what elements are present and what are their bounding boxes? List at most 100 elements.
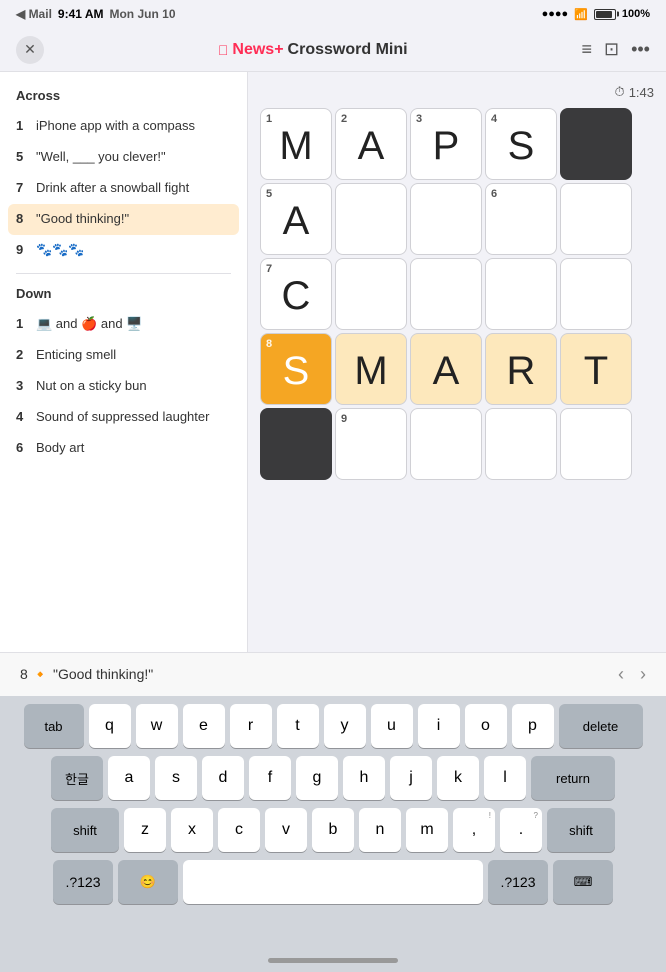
close-icon: ✕ xyxy=(24,41,36,58)
cell-r3c0[interactable]: 8 S xyxy=(260,333,332,405)
cell-r0c2[interactable]: 3 P xyxy=(410,108,482,180)
more-icon[interactable]: ••• xyxy=(631,39,650,60)
status-date: Mon Jun 10 xyxy=(109,7,175,21)
key-comma[interactable]: !, xyxy=(453,808,495,852)
crossword-grid: 1 M 2 A 3 P 4 S 5 A 6 xyxy=(260,108,632,480)
space-bar-key[interactable] xyxy=(183,860,483,904)
key-z[interactable]: z xyxy=(124,808,166,852)
delete-key[interactable]: delete xyxy=(559,704,643,748)
key-p[interactable]: p xyxy=(512,704,554,748)
apple-logo-icon:  xyxy=(218,42,229,58)
crossword-label: Crossword Mini xyxy=(288,41,408,59)
cell-r3c4[interactable]: T xyxy=(560,333,632,405)
clue-down-4[interactable]: 4 Sound of suppressed laughter xyxy=(0,402,247,433)
key-q[interactable]: q xyxy=(89,704,131,748)
key-j[interactable]: j xyxy=(390,756,432,800)
key-w[interactable]: w xyxy=(136,704,178,748)
cell-r3c1[interactable]: M xyxy=(335,333,407,405)
key-m[interactable]: m xyxy=(406,808,448,852)
key-b[interactable]: b xyxy=(312,808,354,852)
signal-icon: ●●●● xyxy=(542,8,569,20)
cell-r2c2[interactable] xyxy=(410,258,482,330)
timer-icon: ⏱ xyxy=(615,84,625,100)
key-s[interactable]: s xyxy=(155,756,197,800)
cell-r2c3[interactable] xyxy=(485,258,557,330)
key-g[interactable]: g xyxy=(296,756,338,800)
clue-down-6[interactable]: 6 Body art xyxy=(0,433,247,464)
cell-r4c1[interactable]: 9 xyxy=(335,408,407,480)
key-c[interactable]: c xyxy=(218,808,260,852)
grid-area: ⏱ 1:43 1 M 2 A 3 P 4 S 5 xyxy=(248,72,666,652)
timer-value: 1:43 xyxy=(629,85,654,100)
clue-hint-bar: 8 🔸 "Good thinking!" ‹ › xyxy=(0,652,666,696)
battery-indicator xyxy=(594,9,616,20)
key-o[interactable]: o xyxy=(465,704,507,748)
nav-title:  News+ Crossword Mini xyxy=(218,41,408,59)
keyboard-dismiss-key[interactable]: ⌨ xyxy=(553,860,613,904)
clue-across-1[interactable]: 1 iPhone app with a compass xyxy=(0,111,247,142)
news-plus-label: News+ xyxy=(232,41,283,59)
key-x[interactable]: x xyxy=(171,808,213,852)
screen-icon[interactable]: ⊡ xyxy=(604,39,619,60)
back-label[interactable]: ◀ Mail xyxy=(16,7,52,21)
cell-r0c1[interactable]: 2 A xyxy=(335,108,407,180)
number-toggle-left-key[interactable]: .?123 xyxy=(53,860,113,904)
cell-r1c3[interactable]: 6 xyxy=(485,183,557,255)
across-title: Across xyxy=(0,84,247,111)
key-l[interactable]: l xyxy=(484,756,526,800)
clue-across-8[interactable]: 8 "Good thinking!" xyxy=(8,204,239,235)
lang-key[interactable]: 한글 xyxy=(51,756,103,800)
right-shift-key[interactable]: shift xyxy=(547,808,615,852)
cell-r4c3[interactable] xyxy=(485,408,557,480)
key-u[interactable]: u xyxy=(371,704,413,748)
left-shift-key[interactable]: shift xyxy=(51,808,119,852)
emoji-key[interactable]: 😊 xyxy=(118,860,178,904)
prev-clue-button[interactable]: ‹ xyxy=(618,664,624,685)
key-h[interactable]: h xyxy=(343,756,385,800)
cell-r3c2[interactable]: A xyxy=(410,333,482,405)
clue-across-9[interactable]: 9 🐾🐾🐾 xyxy=(0,235,247,266)
next-clue-button[interactable]: › xyxy=(640,664,646,685)
cell-r0c0[interactable]: 1 M xyxy=(260,108,332,180)
cell-r2c4[interactable] xyxy=(560,258,632,330)
key-n[interactable]: n xyxy=(359,808,401,852)
key-f[interactable]: f xyxy=(249,756,291,800)
cell-r4c2[interactable] xyxy=(410,408,482,480)
key-period[interactable]: ?. xyxy=(500,808,542,852)
keyboard-row-2: 한글 a s d f g h j k l return xyxy=(4,756,662,800)
key-t[interactable]: t xyxy=(277,704,319,748)
main-content: Across 1 iPhone app with a compass 5 "We… xyxy=(0,72,666,652)
keyboard: tab q w e r t y u i o p delete 한글 a s d … xyxy=(0,696,666,948)
key-i[interactable]: i xyxy=(418,704,460,748)
clues-panel: Across 1 iPhone app with a compass 5 "We… xyxy=(0,72,248,652)
clue-divider xyxy=(16,273,231,274)
number-toggle-right-key[interactable]: .?123 xyxy=(488,860,548,904)
list-icon[interactable]: ≡ xyxy=(581,39,592,60)
cell-r0c3[interactable]: 4 S xyxy=(485,108,557,180)
timer: ⏱ 1:43 xyxy=(615,84,654,100)
cell-r1c2[interactable] xyxy=(410,183,482,255)
cell-r1c4[interactable] xyxy=(560,183,632,255)
key-d[interactable]: d xyxy=(202,756,244,800)
cell-r2c1[interactable] xyxy=(335,258,407,330)
key-k[interactable]: k xyxy=(437,756,479,800)
clue-down-2[interactable]: 2 Enticing smell xyxy=(0,340,247,371)
cell-r1c0[interactable]: 5 A xyxy=(260,183,332,255)
clue-down-1[interactable]: 1 💻 and 🍎 and 🖥️ xyxy=(0,309,247,340)
clue-across-5[interactable]: 5 "Well, ___ you clever!" xyxy=(0,142,247,173)
cell-r2c0[interactable]: 7 C xyxy=(260,258,332,330)
key-e[interactable]: e xyxy=(183,704,225,748)
tab-key[interactable]: tab xyxy=(24,704,84,748)
return-key[interactable]: return xyxy=(531,756,615,800)
cell-r1c1[interactable] xyxy=(335,183,407,255)
status-bar: ◀ Mail 9:41 AM Mon Jun 10 ●●●● 📶 100% xyxy=(0,0,666,28)
clue-down-3[interactable]: 3 Nut on a sticky bun xyxy=(0,371,247,402)
clue-across-7[interactable]: 7 Drink after a snowball fight xyxy=(0,173,247,204)
cell-r3c3[interactable]: R xyxy=(485,333,557,405)
key-v[interactable]: v xyxy=(265,808,307,852)
close-button[interactable]: ✕ xyxy=(16,36,44,64)
key-a[interactable]: a xyxy=(108,756,150,800)
key-y[interactable]: y xyxy=(324,704,366,748)
cell-r4c4[interactable] xyxy=(560,408,632,480)
key-r[interactable]: r xyxy=(230,704,272,748)
